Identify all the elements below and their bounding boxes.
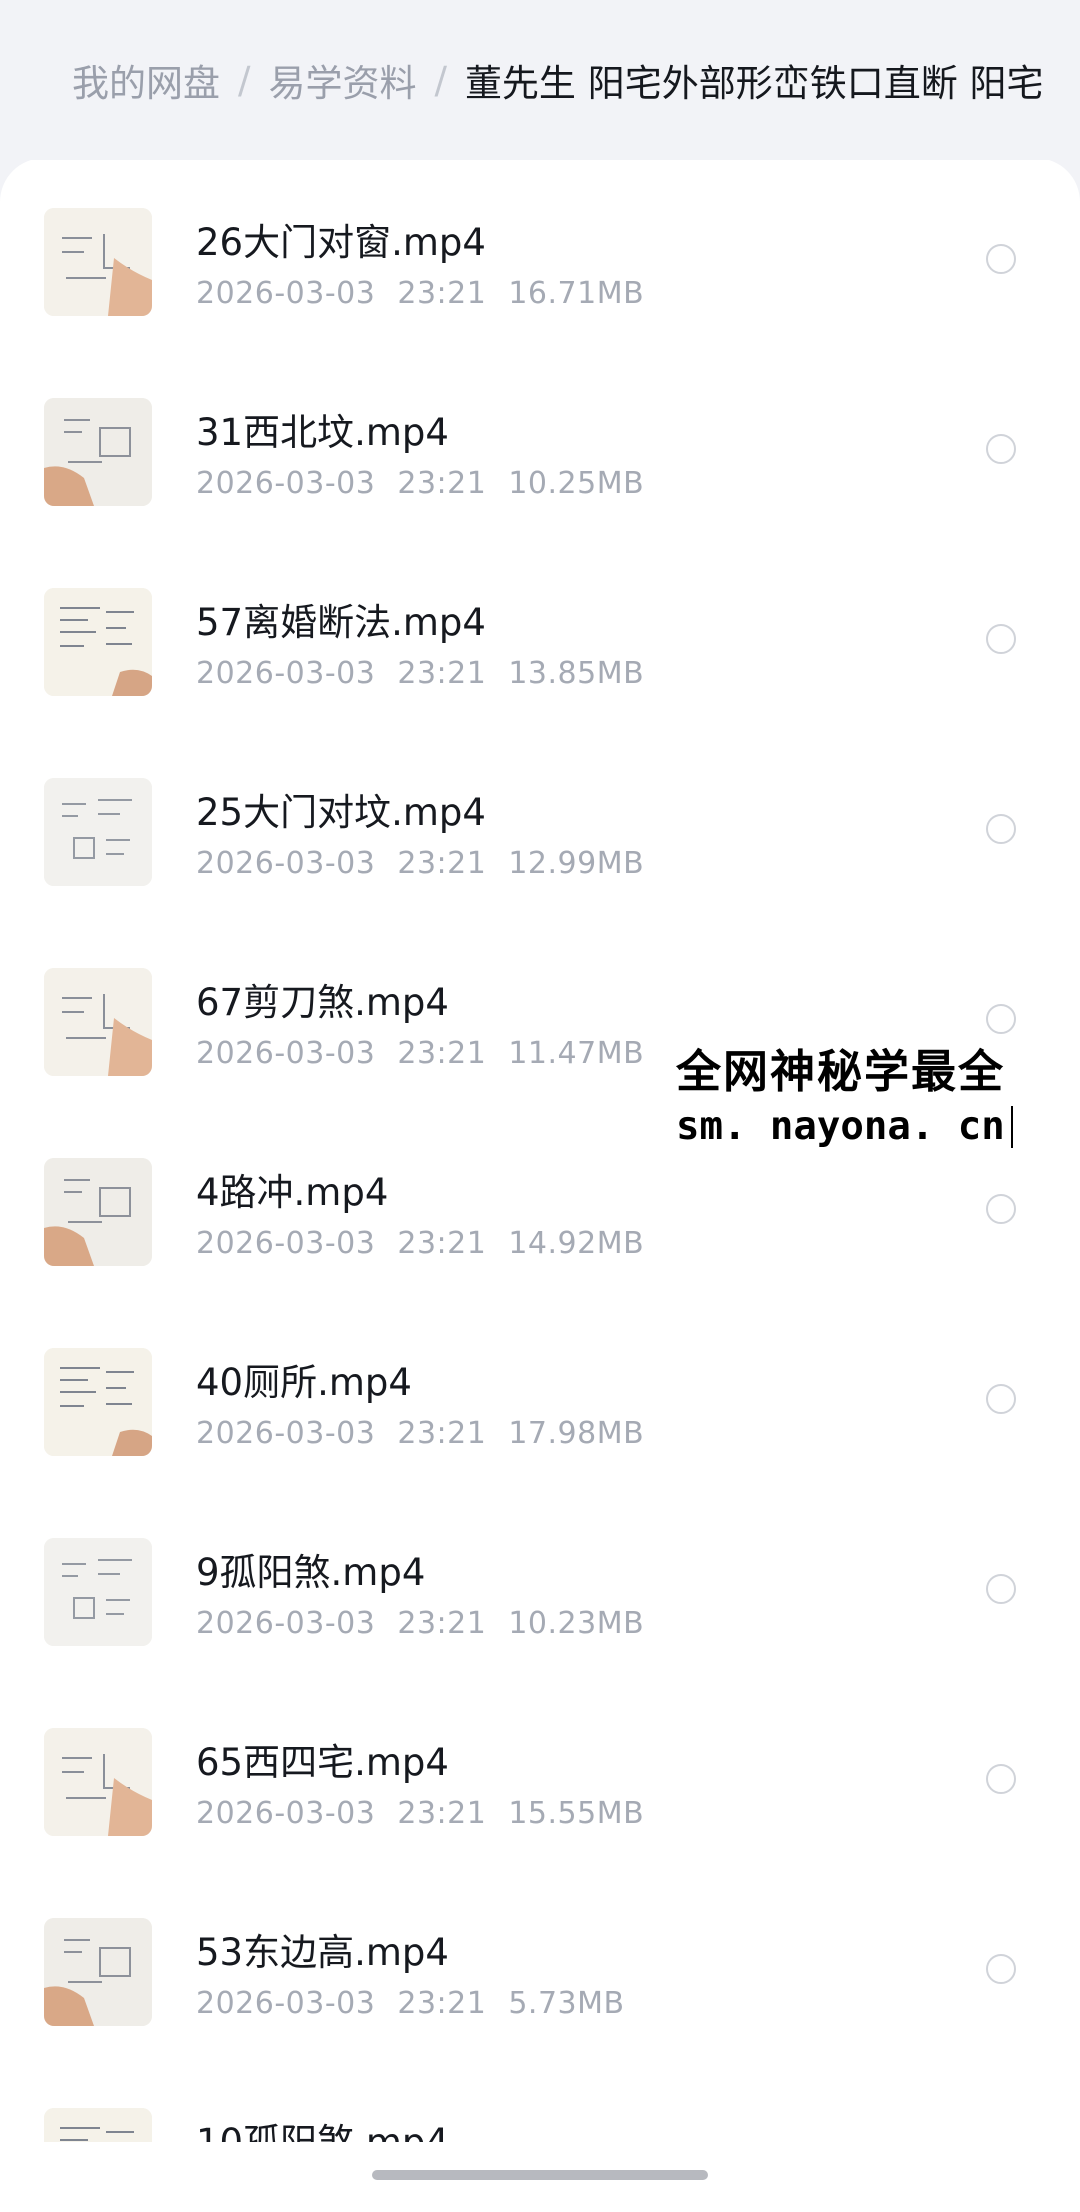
video-thumbnail xyxy=(44,968,152,1076)
file-row[interactable]: 53东边高.mp4 2026-03-03 23:21 5.73MB xyxy=(0,1868,1080,2058)
file-date: 2026-03-03 xyxy=(196,1036,376,1071)
file-list-panel: 26大门对窗.mp4 2026-03-03 23:21 16.71MB 31西北坟.mp… xyxy=(0,158,1080,2212)
file-name: 67剪刀煞.mp4 xyxy=(196,981,449,1024)
file-size: 10.23MB xyxy=(508,1606,645,1641)
file-size: 16.71MB xyxy=(508,276,645,311)
file-date: 2026-03-03 xyxy=(196,846,376,881)
file-row[interactable]: 40厕所.mp4 2026-03-03 23:21 17.98MB xyxy=(0,1298,1080,1488)
file-date: 2026-03-03 xyxy=(196,466,376,501)
file-name: 65西四宅.mp4 xyxy=(196,1741,449,1784)
file-size: 5.73MB xyxy=(508,1986,625,2021)
file-name: 57离婚断法.mp4 xyxy=(196,601,486,644)
watermark-title: 全网神秘学最全 xyxy=(676,1045,1006,1098)
file-date: 2026-03-03 xyxy=(196,276,376,311)
file-time: 23:21 xyxy=(397,276,487,311)
file-row[interactable]: 26大门对窗.mp4 2026-03-03 23:21 16.71MB xyxy=(0,158,1080,348)
file-name: 26大门对窗.mp4 xyxy=(196,221,486,264)
file-row[interactable]: 10孤阳煞.mp4 xyxy=(0,2058,1080,2142)
select-checkbox[interactable] xyxy=(986,244,1016,274)
file-time: 23:21 xyxy=(397,1226,487,1261)
select-checkbox[interactable] xyxy=(986,1194,1016,1224)
file-time: 23:21 xyxy=(397,466,487,501)
file-name: 10孤阳煞.mp4 xyxy=(196,2112,449,2142)
file-time: 23:21 xyxy=(397,1796,487,1831)
file-time: 23:21 xyxy=(397,1036,487,1071)
file-row[interactable]: 9孤阳煞.mp4 2026-03-03 23:21 10.23MB xyxy=(0,1488,1080,1678)
file-row[interactable]: 31西北坟.mp4 2026-03-03 23:21 10.25MB xyxy=(0,348,1080,538)
breadcrumb-item-yixue[interactable]: 易学资料 xyxy=(268,53,416,107)
select-checkbox[interactable] xyxy=(986,434,1016,464)
file-size: 13.85MB xyxy=(508,656,645,691)
video-thumbnail xyxy=(44,1918,152,2026)
watermark-overlay: 全网神秘学最全 sm. nayona. cn xyxy=(676,1040,1080,1156)
video-thumbnail xyxy=(44,1158,152,1266)
file-name: 40厕所.mp4 xyxy=(196,1361,412,1404)
select-checkbox[interactable] xyxy=(986,1954,1016,1984)
file-name: 9孤阳煞.mp4 xyxy=(196,1551,426,1594)
file-meta: 2026-03-03 23:21 5.73MB xyxy=(196,1986,625,2021)
file-meta: 2026-03-03 23:21 13.85MB xyxy=(196,656,644,691)
select-checkbox[interactable] xyxy=(986,1004,1016,1034)
video-thumbnail xyxy=(44,588,152,696)
file-row[interactable]: 57离婚断法.mp4 2026-03-03 23:21 13.85MB xyxy=(0,538,1080,728)
file-size: 17.98MB xyxy=(508,1416,645,1451)
breadcrumb-item-my-drive[interactable]: 我的网盘 xyxy=(72,53,220,107)
file-size: 15.55MB xyxy=(508,1796,645,1831)
video-thumbnail xyxy=(44,1728,152,1836)
file-meta: 2026-03-03 23:21 16.71MB xyxy=(196,276,644,311)
file-date: 2026-03-03 xyxy=(196,1226,376,1261)
file-date: 2026-03-03 xyxy=(196,1416,376,1451)
file-time: 23:21 xyxy=(397,1416,487,1451)
file-date: 2026-03-03 xyxy=(196,656,376,691)
breadcrumb-separator: / xyxy=(434,58,447,102)
video-thumbnail xyxy=(44,1538,152,1646)
home-indicator-bar[interactable] xyxy=(372,2170,708,2180)
file-name: 4路冲.mp4 xyxy=(196,1171,389,1214)
select-checkbox[interactable] xyxy=(986,814,1016,844)
video-thumbnail xyxy=(44,2108,152,2142)
select-checkbox[interactable] xyxy=(986,1574,1016,1604)
video-thumbnail xyxy=(44,208,152,316)
video-thumbnail xyxy=(44,1348,152,1456)
file-size: 11.47MB xyxy=(508,1036,645,1071)
breadcrumb: 我的网盘 / 易学资料 / 董先生 阳宅外部形峦铁口直断 阳宅 xyxy=(0,0,1080,160)
file-meta: 2026-03-03 23:21 12.99MB xyxy=(196,846,644,881)
file-name: 31西北坟.mp4 xyxy=(196,411,449,454)
file-meta: 2026-03-03 23:21 17.98MB xyxy=(196,1416,644,1451)
breadcrumb-separator: / xyxy=(238,58,251,102)
file-date: 2026-03-03 xyxy=(196,1986,376,2021)
watermark-url: sm. nayona. cn xyxy=(676,1102,1013,1152)
file-size: 12.99MB xyxy=(508,846,645,881)
file-row[interactable]: 65西四宅.mp4 2026-03-03 23:21 15.55MB xyxy=(0,1678,1080,1868)
file-meta: 2026-03-03 23:21 14.92MB xyxy=(196,1226,644,1261)
file-time: 23:21 xyxy=(397,656,487,691)
file-size: 14.92MB xyxy=(508,1226,645,1261)
file-name: 53东边高.mp4 xyxy=(196,1931,449,1974)
file-meta: 2026-03-03 23:21 11.47MB xyxy=(196,1036,644,1071)
file-meta: 2026-03-03 23:21 15.55MB xyxy=(196,1796,644,1831)
video-thumbnail xyxy=(44,398,152,506)
file-date: 2026-03-03 xyxy=(196,1796,376,1831)
video-thumbnail xyxy=(44,778,152,886)
file-time: 23:21 xyxy=(397,846,487,881)
file-meta: 2026-03-03 23:21 10.23MB xyxy=(196,1606,644,1641)
file-time: 23:21 xyxy=(397,1986,487,2021)
breadcrumb-current-folder: 董先生 阳宅外部形峦铁口直断 阳宅 xyxy=(464,62,1044,105)
file-row[interactable]: 25大门对坟.mp4 2026-03-03 23:21 12.99MB xyxy=(0,728,1080,918)
select-checkbox[interactable] xyxy=(986,624,1016,654)
select-checkbox[interactable] xyxy=(986,1764,1016,1794)
file-date: 2026-03-03 xyxy=(196,1606,376,1641)
file-size: 10.25MB xyxy=(508,466,645,501)
file-time: 23:21 xyxy=(397,1606,487,1641)
file-meta: 2026-03-03 23:21 10.25MB xyxy=(196,466,644,501)
select-checkbox[interactable] xyxy=(986,1384,1016,1414)
file-name: 25大门对坟.mp4 xyxy=(196,791,486,834)
